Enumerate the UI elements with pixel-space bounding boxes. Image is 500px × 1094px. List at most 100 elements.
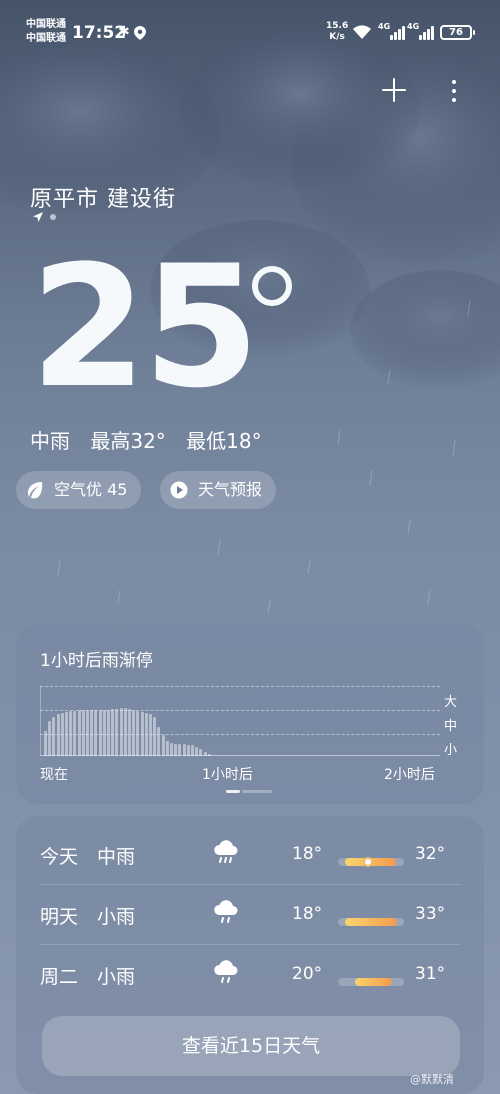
condition-text: 中雨 [30, 429, 70, 453]
location-pin-icon [134, 26, 146, 40]
tick-1h: 1小时后 [202, 767, 253, 783]
intensity-label-medium: 中 [444, 719, 458, 734]
precipitation-bar [165, 741, 169, 756]
air-quality-text: 空气优 45 [54, 480, 128, 499]
navigation-arrow-icon [33, 212, 43, 222]
card-page-indicator-active [226, 790, 240, 793]
condition-summary: 中雨 最高32° 最低18° [30, 425, 276, 454]
forecast-day: 周二 [40, 966, 79, 988]
precipitation-bar [170, 743, 173, 756]
precipitation-bar [153, 717, 157, 756]
precipitation-bar [77, 710, 81, 756]
precipitation-bar [140, 712, 144, 756]
precipitation-bar [119, 708, 123, 756]
precipitation-bar [73, 711, 77, 756]
intensity-label-heavy: 大 [444, 695, 458, 710]
more-menu-button[interactable] [448, 78, 460, 104]
carrier-names: 中国联通 中国联通 [26, 18, 66, 46]
card-page-indicator [242, 790, 272, 793]
forecast-day: 今天 [40, 846, 79, 868]
precipitation-bar [65, 712, 68, 756]
forecast-desc: 小雨 [97, 906, 136, 928]
intensity-label-light: 小 [444, 743, 458, 758]
rain-cloud-icon [214, 840, 238, 863]
bluetooth-icon: ✱ [118, 24, 130, 40]
tick-2h: 2小时后 [384, 767, 435, 783]
forecast-desc: 中雨 [97, 846, 136, 868]
weather-video-text: 天气预报 [198, 480, 263, 499]
precipitation-bar [203, 752, 207, 756]
precipitation-bar [157, 727, 161, 756]
location-name[interactable]: 原平市 建设街 [30, 181, 176, 213]
leaf-icon [28, 482, 43, 499]
precipitation-chart [40, 686, 440, 756]
precipitation-bar [115, 709, 119, 756]
forecast-high: 33° [415, 904, 446, 924]
precipitation-bar [102, 710, 106, 756]
forecast-low: 18° [292, 904, 323, 924]
weather-video-pill[interactable]: 天气预报 [160, 471, 277, 509]
gridline-heavy [40, 686, 440, 687]
precipitation-bar [69, 711, 73, 756]
play-circle-icon [170, 481, 188, 499]
temp-range-fill [354, 978, 393, 986]
precipitation-bar [48, 721, 52, 756]
forecast-high: 31° [415, 964, 446, 984]
watermark: @默默清 [410, 1073, 454, 1086]
forecast-row-tuesday[interactable]: 周二 小雨 20° 31° [16, 944, 484, 1004]
light-rain-cloud-icon [214, 900, 238, 923]
forecast-row-today[interactable]: 今天 中雨 18° 32° [16, 824, 484, 884]
view-15-day-forecast-button[interactable]: 查看近15日天气 [42, 1016, 460, 1076]
light-rain-cloud-icon [214, 960, 238, 983]
air-quality-pill[interactable]: 空气优 45 [16, 471, 142, 509]
low-temp: 最低18° [186, 429, 262, 453]
status-bar: 中国联通 中国联通 17:52 ✱ 15.6 K/s 4G 4G 76 [0, 0, 500, 64]
wifi-icon [353, 25, 371, 39]
precipitation-card[interactable]: 1小时后雨渐停 大 中 小 现在 1小时后 2小时后 [16, 624, 484, 804]
temp-range-fill [344, 918, 398, 926]
precipitation-bar [191, 745, 194, 756]
precipitation-bar [195, 747, 199, 756]
precipitation-bar [86, 710, 89, 756]
carrier-1: 中国联通 [26, 19, 66, 30]
current-temperature: 25 [30, 229, 260, 425]
precipitation-bar [107, 710, 110, 756]
precipitation-bar [111, 709, 115, 756]
degree-symbol [252, 266, 292, 306]
precipitation-bar [199, 749, 203, 756]
high-temp: 最高32° [90, 429, 166, 453]
page-indicator-dot [50, 214, 56, 220]
precipitation-bar [161, 735, 165, 756]
precipitation-bar [60, 713, 64, 756]
precipitation-bar [182, 744, 186, 756]
precipitation-bar [149, 714, 152, 756]
forecast-high: 32° [415, 844, 446, 864]
forecast-day: 明天 [40, 906, 79, 928]
precipitation-bar [90, 710, 94, 756]
add-city-button[interactable] [380, 76, 408, 104]
precipitation-bar [174, 744, 178, 756]
precipitation-bar [144, 713, 148, 756]
precipitation-bar [123, 708, 127, 756]
precipitation-bar [94, 710, 98, 756]
forecast-row-tomorrow[interactable]: 明天 小雨 18° 33° [16, 884, 484, 944]
precipitation-bar [136, 711, 140, 756]
precipitation-bar [56, 714, 60, 756]
precipitation-title: 1小时后雨渐停 [40, 651, 153, 671]
temp-range-bar [338, 857, 404, 867]
current-temp-dot [362, 857, 373, 867]
network-speed: 15.6 K/s [326, 21, 349, 42]
carrier-2: 中国联通 [26, 33, 66, 44]
tick-now: 现在 [40, 767, 68, 783]
daily-forecast-card: 今天 中雨 18° 32° 明天 小雨 18° 33° 周二 小雨 20° 31… [16, 816, 484, 1094]
forecast-desc: 小雨 [97, 966, 136, 988]
forecast-low: 18° [292, 844, 323, 864]
precipitation-bar [207, 754, 211, 756]
precipitation-bar [98, 710, 102, 756]
battery-icon: 76 [440, 25, 475, 40]
precipitation-bar [132, 710, 136, 756]
precipitation-bar [52, 717, 56, 756]
precipitation-bar [128, 709, 131, 756]
precipitation-bar [44, 731, 47, 756]
temp-range-bar [338, 918, 404, 926]
